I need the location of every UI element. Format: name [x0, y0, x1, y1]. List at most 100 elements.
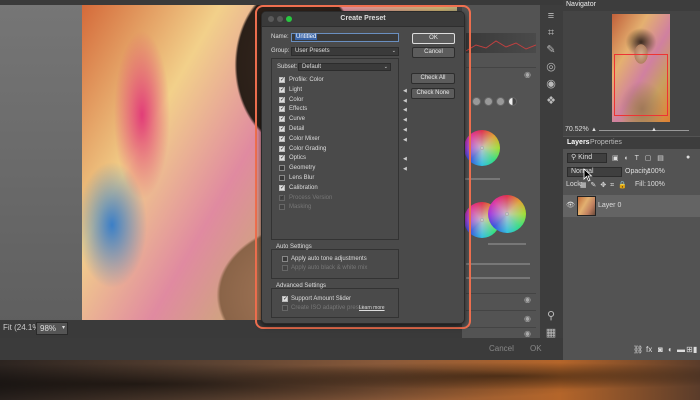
expand-arrow-icon[interactable]: ◀: [403, 106, 407, 115]
expand-arrow-icon[interactable]: ◀: [403, 155, 407, 164]
trash-icon[interactable]: ▮: [693, 345, 697, 354]
subset-item-label: Color Mixer: [289, 135, 320, 142]
new-layer-icon[interactable]: ⊞: [686, 345, 693, 354]
subset-item-checkbox[interactable]: [279, 204, 285, 211]
opacity-value[interactable]: 100%: [647, 168, 665, 175]
learn-more-link[interactable]: Learn more: [359, 305, 385, 311]
expand-arrow-icon[interactable]: ◀: [403, 126, 407, 135]
subset-select-value: Default: [302, 64, 322, 70]
redeye-icon[interactable]: ◉: [544, 78, 558, 90]
subset-item-checkbox[interactable]: [279, 165, 285, 172]
balance-slider[interactable]: [466, 277, 530, 279]
background-photo-strip: [0, 360, 700, 400]
eye-icon[interactable]: ◉: [524, 315, 533, 323]
eye-icon[interactable]: 👁: [566, 201, 575, 209]
panel-divider: [466, 310, 536, 311]
search-icon: ⚲: [571, 154, 577, 161]
masking-icon[interactable]: ◎: [544, 61, 558, 73]
subset-item-checkbox[interactable]: [279, 115, 285, 123]
link-icon[interactable]: ⛓: [633, 345, 643, 354]
preset-name-input[interactable]: Untitled: [291, 33, 399, 42]
cancel-button[interactable]: Cancel: [489, 342, 514, 356]
layer-filter-kind[interactable]: ⚲ Kind: [567, 153, 607, 163]
lock-icons[interactable]: ▦ ✎ ✥ ⌗ 🔒: [580, 181, 628, 190]
auto-bw-checkbox[interactable]: [282, 265, 288, 271]
auto-tone-checkbox[interactable]: [282, 256, 288, 262]
eye-icon[interactable]: ◉: [524, 296, 533, 304]
subset-item-checkbox[interactable]: [279, 86, 285, 94]
eye-icon[interactable]: ◉: [524, 330, 533, 338]
subset-item-checkbox[interactable]: [279, 175, 285, 181]
folder-icon[interactable]: ▬: [677, 345, 685, 354]
auto-bw-label: Apply auto black & white mix: [291, 265, 368, 271]
fill-value[interactable]: 100%: [647, 181, 665, 188]
edit-icon[interactable]: ≡: [544, 10, 558, 22]
iso-adaptive-checkbox[interactable]: [282, 305, 288, 311]
subset-item-checkbox[interactable]: [279, 135, 285, 143]
layer-filter-icons[interactable]: ▣ ◐ T ▢ ▤: [612, 154, 666, 162]
zoom-select[interactable]: 98% ▾: [36, 322, 68, 335]
group-label: Group:: [271, 48, 290, 54]
advanced-settings-title: Advanced Settings: [276, 283, 327, 289]
subset-item-label: Calibration: [289, 184, 318, 191]
tab-navigator[interactable]: Navigator: [566, 1, 596, 8]
zoom-out-icon[interactable]: ▲: [591, 127, 597, 133]
camera-raw-footer: Cancel OK: [0, 338, 563, 360]
expand-arrow-icon[interactable]: ◀: [403, 97, 407, 106]
expand-arrow-icon[interactable]: ◀: [403, 165, 407, 174]
mask-icon[interactable]: ◙: [658, 345, 663, 354]
zoom-slider-handle[interactable]: ▲: [651, 127, 657, 133]
subset-item-checkbox[interactable]: [279, 96, 285, 104]
eye-icon[interactable]: ◉: [524, 71, 533, 79]
heal-icon[interactable]: ✎: [544, 44, 558, 56]
highlights-color-wheel[interactable]: [488, 195, 526, 233]
highlights-slider[interactable]: [488, 243, 526, 245]
zoom-tool-icon[interactable]: ⚲: [544, 310, 558, 322]
expand-arrow-icon[interactable]: ◀: [403, 136, 407, 145]
adjustment-icon[interactable]: ◐: [668, 345, 673, 354]
presets-icon[interactable]: ❖: [544, 95, 558, 107]
subset-item-checkbox[interactable]: [279, 154, 285, 162]
subset-item-label: Process Version: [289, 194, 333, 201]
check-none-button[interactable]: Check None: [411, 88, 455, 99]
kind-label: Kind: [578, 154, 593, 161]
dialog-cancel-button[interactable]: Cancel: [412, 47, 455, 58]
navigator-zoom-value[interactable]: 70.52%: [565, 126, 589, 133]
subset-item-checkbox[interactable]: [279, 184, 285, 192]
tab-properties[interactable]: Properties: [590, 139, 622, 146]
grading-mode-button[interactable]: [496, 97, 505, 106]
tab-layers[interactable]: Layers: [567, 139, 590, 146]
preview-left-strip: [0, 5, 82, 320]
subset-item-label: Color Grading: [289, 145, 327, 152]
preset-name-value: Untitled: [295, 34, 318, 40]
subset-select[interactable]: Default ⌄: [298, 63, 391, 71]
subset-item-checkbox[interactable]: [279, 194, 285, 202]
group-select-value: User Presets: [295, 48, 330, 54]
grading-mode-button[interactable]: [472, 97, 481, 106]
fx-icon[interactable]: fx: [646, 345, 652, 354]
crop-icon[interactable]: ⌗: [544, 27, 558, 39]
navigator-view-frame[interactable]: [614, 54, 668, 116]
check-all-button[interactable]: Check All: [411, 73, 455, 84]
auto-settings-title: Auto Settings: [276, 244, 312, 250]
ok-button[interactable]: OK: [530, 342, 542, 356]
subset-item-label: Geometry: [289, 165, 316, 172]
filter-toggle-icon[interactable]: ●: [686, 154, 690, 161]
subset-item-checkbox[interactable]: [279, 125, 285, 133]
subset-item-checkbox[interactable]: [279, 145, 285, 153]
expand-arrow-icon[interactable]: ◀: [403, 116, 407, 125]
group-select[interactable]: User Presets ⌄: [291, 47, 399, 56]
dialog-ok-button[interactable]: OK: [412, 33, 455, 44]
subset-item-label: Masking: [289, 204, 312, 211]
grading-mode-button[interactable]: [484, 97, 493, 106]
blend-mode-select[interactable]: Normal: [567, 167, 622, 177]
blending-slider[interactable]: [466, 263, 530, 265]
grading-all-button[interactable]: [508, 97, 517, 106]
navigator-zoom-slider[interactable]: [599, 130, 689, 131]
expand-arrow-icon[interactable]: ◀: [403, 87, 407, 96]
support-amount-checkbox[interactable]: [282, 295, 288, 303]
subset-item-checkbox[interactable]: [279, 105, 285, 113]
layer-name[interactable]: Layer 0: [598, 202, 621, 209]
iso-adaptive-label: Create ISO adaptive preset: [291, 305, 364, 311]
subset-item-checkbox[interactable]: [279, 76, 285, 84]
